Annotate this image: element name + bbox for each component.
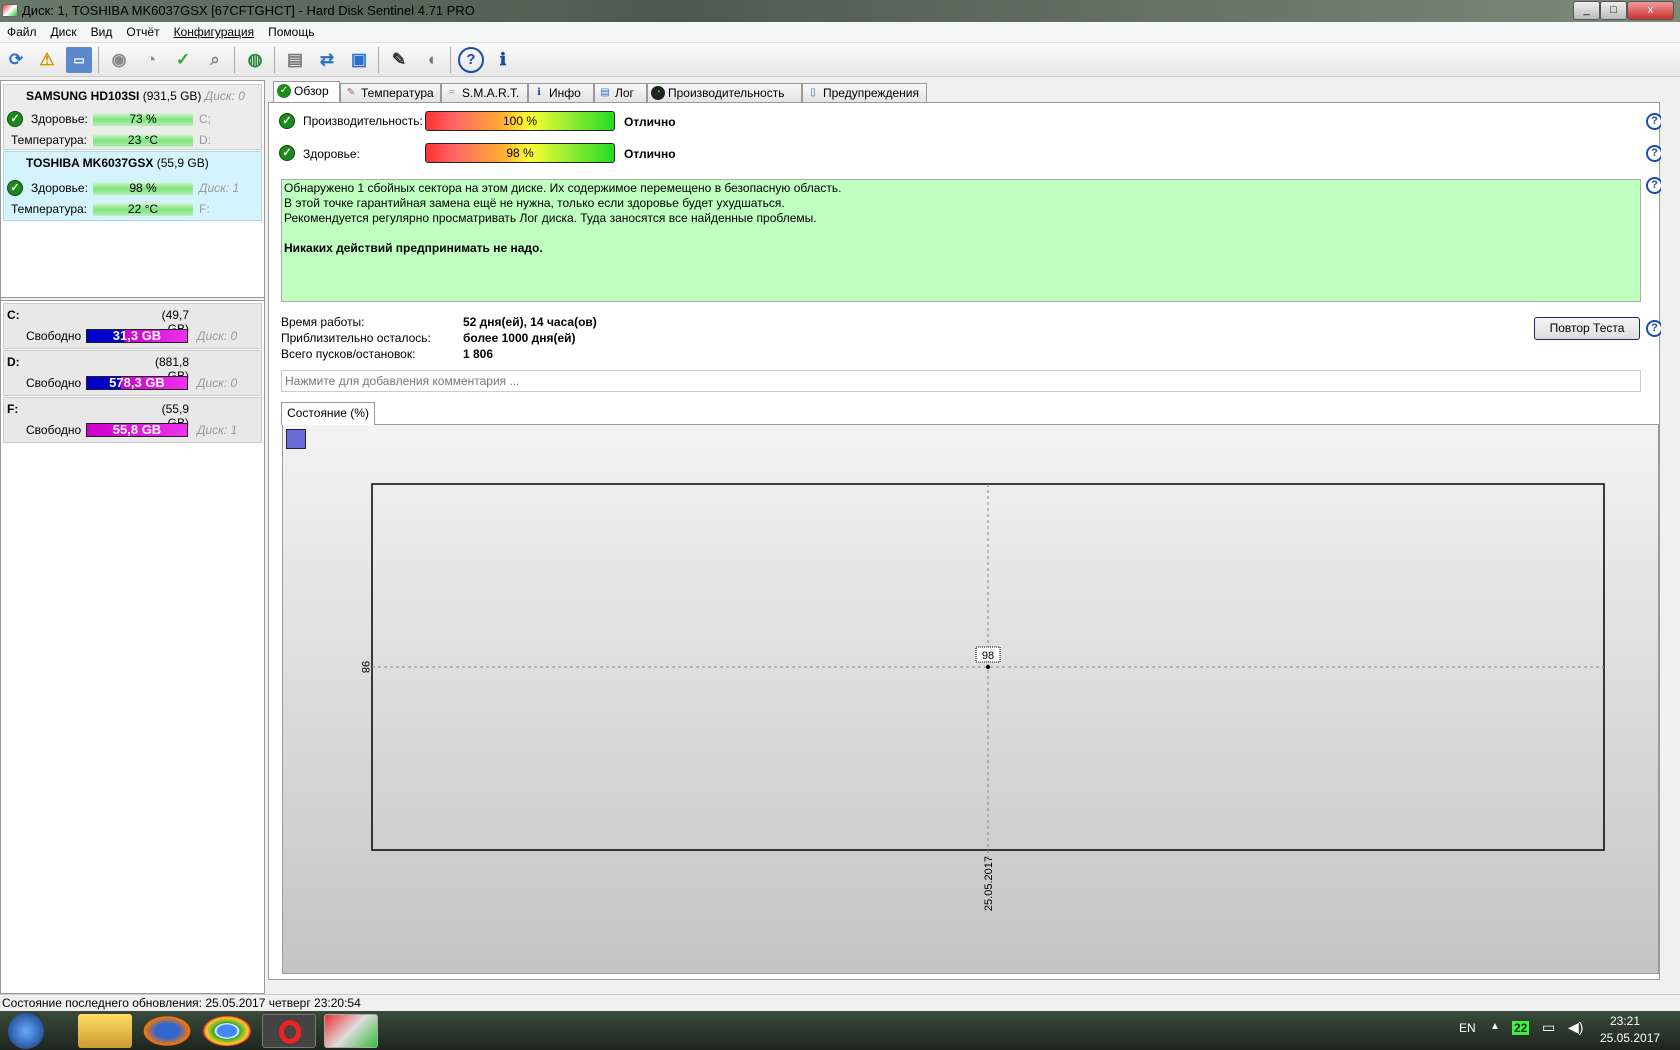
status-bar: Состояние последнего обновления: 25.05.2… <box>0 994 1680 1011</box>
language-indicator[interactable]: EN <box>1459 1021 1476 1035</box>
tray-temperature-badge[interactable]: 22 <box>1512 1021 1530 1035</box>
data-label: 98 <box>982 650 994 662</box>
x-tick-label: 25.05.2017 <box>983 856 995 911</box>
network-icon[interactable]: ▭ <box>1542 1019 1555 1036</box>
hd-sentinel-taskbar-icon[interactable] <box>324 1014 378 1048</box>
tray-expand-icon[interactable]: ▲ <box>1490 1021 1500 1032</box>
scrollbar[interactable] <box>1661 80 1680 994</box>
y-tick-label: 98 <box>359 661 371 673</box>
health-chart: 98 98 25.05.2017 <box>359 483 1605 911</box>
clock-time[interactable]: 23:21 <box>1610 1014 1640 1028</box>
data-point <box>986 665 990 669</box>
start-button[interactable] <box>8 1013 44 1049</box>
taskbar: EN ▲ 22 ▭ ◀) 23:21 25.05.2017 <box>0 1011 1680 1050</box>
explorer-icon[interactable] <box>78 1014 132 1048</box>
clock-date[interactable]: 25.05.2017 <box>1600 1031 1660 1045</box>
tab-health-chart[interactable]: Состояние (%) <box>281 402 375 425</box>
firefox-icon[interactable] <box>140 1014 194 1048</box>
opera-icon[interactable] <box>262 1014 316 1048</box>
volume-icon[interactable]: ◀) <box>1568 1019 1583 1036</box>
chrome-icon[interactable] <box>200 1014 254 1048</box>
